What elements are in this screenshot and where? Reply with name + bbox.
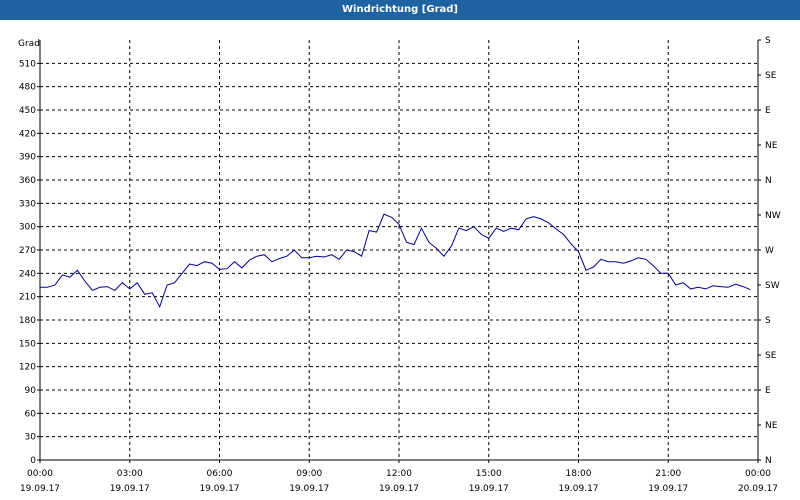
x-tick-time-label: 09:00: [296, 469, 322, 479]
y-axis-label: Grad: [18, 39, 40, 49]
x-tick-date-label: 19.09.17: [648, 484, 688, 494]
chart-window: Windrichtung [Grad] 0 30 60 90 120 150 180 210 2…: [0, 0, 800, 500]
right-tick-label: SE: [765, 71, 777, 81]
right-tick-label: NE: [765, 421, 778, 431]
x-tick-date-label: 19.09.17: [20, 484, 60, 494]
plot-area: [0, 20, 800, 500]
x-tick-time-label: 00:00: [745, 469, 771, 479]
right-tick-label: E: [765, 386, 771, 396]
x-tick-date-label: 19.09.17: [558, 484, 598, 494]
right-tick-label: W: [765, 246, 774, 256]
right-tick-label: NW: [765, 211, 781, 221]
right-tick-label: NE: [765, 141, 778, 151]
x-tick-date-label: 19.09.17: [110, 484, 150, 494]
right-tick-label: S: [765, 316, 771, 326]
y-tick-label: 420: [19, 129, 36, 139]
x-tick-date-label: 19.09.17: [289, 484, 329, 494]
y-tick-label: 240: [19, 269, 36, 279]
y-tick-label: 450: [19, 106, 36, 116]
y-tick-label: 150: [19, 339, 36, 349]
x-tick-time-label: 21:00: [655, 469, 681, 479]
x-tick-time-label: 18:00: [566, 469, 592, 479]
x-tick-time-label: 00:00: [27, 469, 53, 479]
y-tick-label: 180: [19, 316, 36, 326]
y-tick-label: 390: [19, 153, 36, 163]
y-tick-label: 120: [19, 363, 36, 373]
right-tick-label: SE: [765, 351, 777, 361]
y-tick-label: 480: [19, 83, 36, 93]
right-tick-label: E: [765, 106, 771, 116]
y-tick-label: 300: [19, 223, 36, 233]
right-tick-label: SW: [765, 281, 780, 291]
x-tick-date-label: 19.09.17: [199, 484, 239, 494]
x-tick-time-label: 12:00: [386, 469, 412, 479]
right-tick-label: N: [765, 456, 772, 466]
window-title: Windrichtung [Grad]: [0, 0, 800, 20]
x-tick-time-label: 03:00: [117, 469, 143, 479]
y-tick-label: 330: [19, 199, 36, 209]
y-tick-label: 360: [19, 176, 36, 186]
y-tick-label: 90: [25, 386, 37, 396]
right-tick-label: N: [765, 176, 772, 186]
right-tick-label: S: [765, 36, 771, 46]
x-tick-date-label: 19.09.17: [469, 484, 509, 494]
y-tick-label: 60: [25, 409, 37, 419]
y-tick-label: 0: [30, 456, 36, 466]
y-tick-label: 270: [19, 246, 36, 256]
x-tick-date-label: 20.09.17: [738, 484, 778, 494]
x-tick-time-label: 15:00: [476, 469, 502, 479]
y-tick-label: 510: [19, 59, 36, 69]
wind-direction-chart: 0 30 60 90 120 150 180 210 240 270 300 330 360 390 420…: [0, 20, 800, 500]
x-tick-date-label: 19.09.17: [379, 484, 419, 494]
y-tick-label: 210: [19, 293, 36, 303]
x-tick-time-label: 06:00: [207, 469, 233, 479]
y-tick-label: 30: [25, 433, 37, 443]
